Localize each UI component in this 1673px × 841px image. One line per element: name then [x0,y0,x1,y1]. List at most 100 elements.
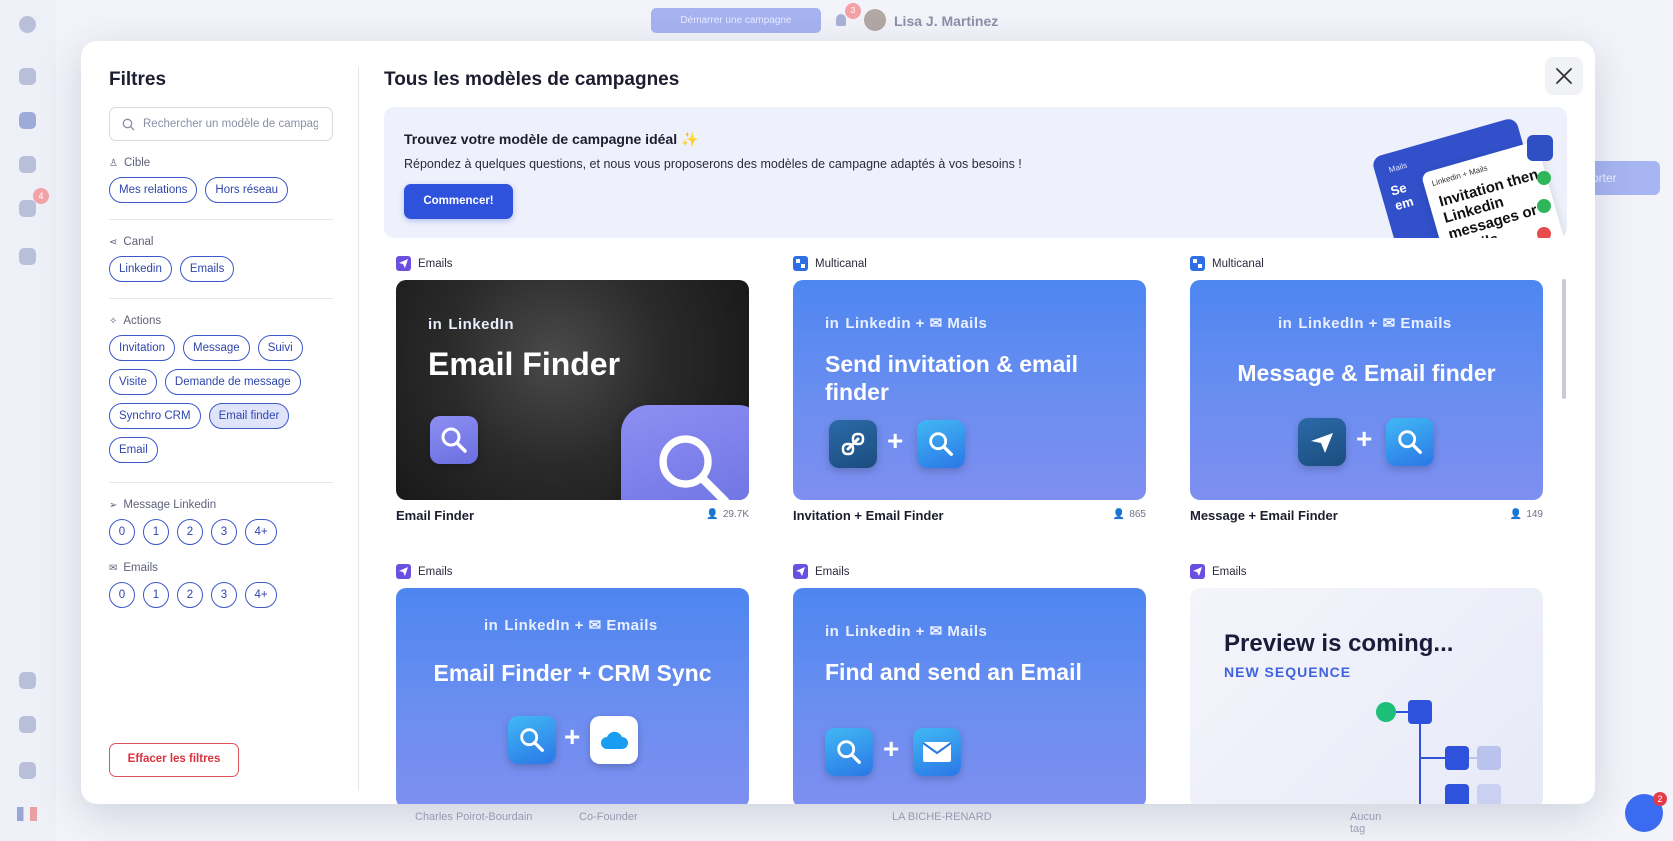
thumb-title: Send invitation & email finder [825,351,1079,405]
chip-synchro-crm[interactable]: Synchro CRM [109,403,201,429]
template-type: Emails [1212,565,1247,578]
thumb-subtitle: LinkedIn + ✉ Emails [1298,315,1452,332]
user-name[interactable]: Lisa J. Martinez [894,13,998,29]
chip-email-0[interactable]: 0 [109,582,135,608]
filter-label: Actions [123,315,162,327]
search-icon [621,405,749,500]
multichannel-type-icon [1190,256,1205,271]
check-icon [1537,199,1551,213]
thumb-subtitle: Linkedin + ✉ Mails [845,315,988,332]
check-icon [1537,227,1551,238]
chip-msg-1[interactable]: 1 [143,519,169,545]
check-icon [1537,171,1551,185]
bell-icon[interactable] [836,14,846,26]
send-icon [1298,418,1346,466]
chip-email-finder[interactable]: Email finder [208,403,290,429]
thumb-subtitle: NEW SEQUENCE [1224,664,1352,680]
home-icon[interactable] [19,68,36,85]
chip-mes-relations[interactable]: Mes relations [109,177,198,203]
academy-icon[interactable] [19,248,36,265]
language-flag-icon[interactable] [17,807,37,821]
contact-tag: Aucun tag [1350,811,1382,835]
chip-visite[interactable]: Visite [109,369,157,395]
mail-icon: ✉ [109,562,118,574]
template-name: Message + Email Finder [1190,508,1338,523]
template-type: Multicanal [1212,257,1264,270]
template-card[interactable]: Multicanal in Linkedin + ✉ Mails Send inv… [781,246,1158,536]
divider [109,298,333,299]
chip-msg-3[interactable]: 3 [211,519,237,545]
link-icon [1527,135,1553,161]
users-icon: 👤 [1509,509,1523,520]
template-search[interactable] [109,107,333,141]
chip-message[interactable]: Message [183,335,250,361]
inbox-badge: 4 [33,188,49,204]
search-input[interactable] [143,118,318,130]
table-row[interactable]: Charles Poirot-Bourdain Co-Founder LA BI… [330,800,1381,835]
chip-suivi[interactable]: Suivi [257,335,303,361]
chip-email-1[interactable]: 1 [143,582,169,608]
chip-emails[interactable]: Emails [179,256,235,282]
divider [109,219,333,220]
notifications-icon[interactable] [19,716,36,733]
logo-icon [19,16,36,33]
help-icon[interactable] [19,762,36,779]
chip-invitation[interactable]: Invitation [109,335,176,361]
sequence-diagram-icon [1376,700,1501,804]
template-card[interactable]: Emails in LinkedIn + ✉ Emails Email Finde… [384,554,761,804]
close-icon [1556,68,1572,84]
clear-filters-button[interactable]: Effacer les filtres [109,743,239,777]
template-thumbnail: Preview is coming... NEW SEQUENCE [1190,588,1543,804]
filter-label: Canal [123,236,154,248]
template-card[interactable]: Emails in LinkedIn Email Finder Email Fin… [384,246,761,536]
template-name: Email Finder [396,508,475,523]
app-sidebar: 4 [0,0,56,841]
template-card[interactable]: Emails Preview is coming... NEW SEQUENCE [1178,554,1555,804]
email-type-icon [396,256,411,271]
users-icon: 👤 [706,509,719,520]
link-icon [829,420,877,468]
usage-count: 29.7K [722,509,749,520]
email-type-icon [396,564,411,579]
start-campaign-button[interactable]: Démarrer une campagne [651,8,821,33]
finder-banner: Trouvez votre modèle de campagne idéal ✨… [384,107,1567,238]
template-card[interactable]: Emails in Linkedin + ✉ Mails Find and sen… [781,554,1158,804]
chip-hors-reseau[interactable]: Hors réseau [205,177,289,203]
user-avatar[interactable] [864,9,886,31]
contact-company: LA BICHE-RENARD [892,811,992,823]
divider [358,67,359,791]
filter-group-actions: ✧ Actions Invitation Message Suivi Visite… [109,315,333,463]
chip-linkedin[interactable]: Linkedin [109,256,172,282]
chip-email-4plus[interactable]: 4+ [245,582,277,608]
thumb-subtitle: LinkedIn + ✉ Emails [504,617,658,634]
template-type: Emails [418,565,453,578]
campaigns-icon[interactable] [19,156,36,173]
scrollbar[interactable] [1562,279,1566,399]
templates-modal: Filtres ♙ Cible Mes relations Hors réseau… [81,41,1595,804]
inbox-icon[interactable] [19,200,36,217]
page-title: Tous les modèles de campagnes [384,69,680,90]
filter-label: Message Linkedin [123,499,217,511]
template-thumbnail: in Linkedin + ✉ Mails Find and send an Em… [793,588,1146,804]
chat-badge: 2 [1653,792,1667,806]
chip-email-3[interactable]: 3 [211,582,237,608]
chip-email[interactable]: Email [109,437,158,463]
chip-msg-0[interactable]: 0 [109,519,135,545]
filter-label: Cible [123,157,151,169]
template-card[interactable]: Multicanal in LinkedIn + ✉ Emails Message… [1178,246,1555,536]
settings-icon[interactable] [19,672,36,689]
mail-icon [913,728,961,776]
filter-group-emails: ✉ Emails 0 1 2 3 4+ [109,562,333,608]
start-button[interactable]: Commencer! [404,184,513,219]
chip-email-2[interactable]: 2 [177,582,203,608]
filters-panel: Filtres ♙ Cible Mes relations Hors réseau… [109,41,339,804]
template-thumbnail: in Linkedin + ✉ Mails Send invitation & e… [793,280,1146,500]
template-thumbnail: in LinkedIn + ✉ Emails Message & Email fi… [1190,280,1543,500]
thumb-subtitle: Linkedin + ✉ Mails [845,623,988,640]
chip-msg-4plus[interactable]: 4+ [245,519,277,545]
close-button[interactable] [1545,57,1583,95]
chip-msg-2[interactable]: 2 [177,519,203,545]
chip-demande-de-message[interactable]: Demande de message [164,369,301,395]
contacts-icon[interactable] [19,112,36,129]
usage-count: 149 [1526,509,1543,520]
